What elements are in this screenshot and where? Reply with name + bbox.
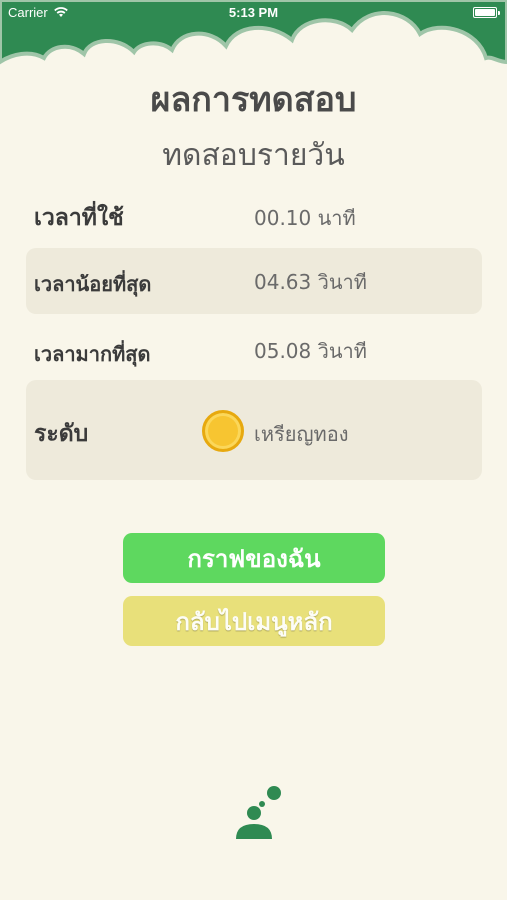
- time-used-value: 00.10 นาที: [254, 206, 356, 230]
- page-subtitle: ทดสอบรายวัน: [162, 138, 345, 173]
- back-to-main-menu-button[interactable]: กลับไปเมนูหลัก: [123, 596, 385, 646]
- result-row-min-time: เวลาน้อยที่สุด 04.63 วินาที: [26, 248, 482, 314]
- status-bar: Carrier 5:13 PM: [0, 0, 507, 26]
- my-graph-button[interactable]: กราฟของฉัน: [123, 533, 385, 583]
- min-time-value: 04.63 วินาที: [254, 270, 367, 294]
- status-time: 5:13 PM: [228, 5, 279, 20]
- result-row-time-used: เวลาที่ใช้ 00.10 นาที: [26, 192, 482, 238]
- app-logo-icon: [236, 786, 281, 839]
- result-row-level: ระดับ เหรียญทอง: [26, 380, 482, 480]
- max-time-label: เวลามากที่สุด: [34, 342, 151, 366]
- battery-icon: [473, 7, 500, 18]
- time-used-label: เวลาที่ใช้: [34, 205, 124, 231]
- gold-medal-icon: [202, 410, 244, 452]
- result-row-max-time: เวลามากที่สุด 05.08 วินาที: [26, 320, 482, 380]
- max-time-value: 05.08 วินาที: [254, 339, 367, 363]
- level-value: เหรียญทอง: [254, 422, 349, 446]
- page-title: ผลการทดสอบ: [150, 80, 357, 120]
- level-label: ระดับ: [34, 421, 89, 447]
- min-time-label: เวลาน้อยที่สุด: [34, 272, 152, 296]
